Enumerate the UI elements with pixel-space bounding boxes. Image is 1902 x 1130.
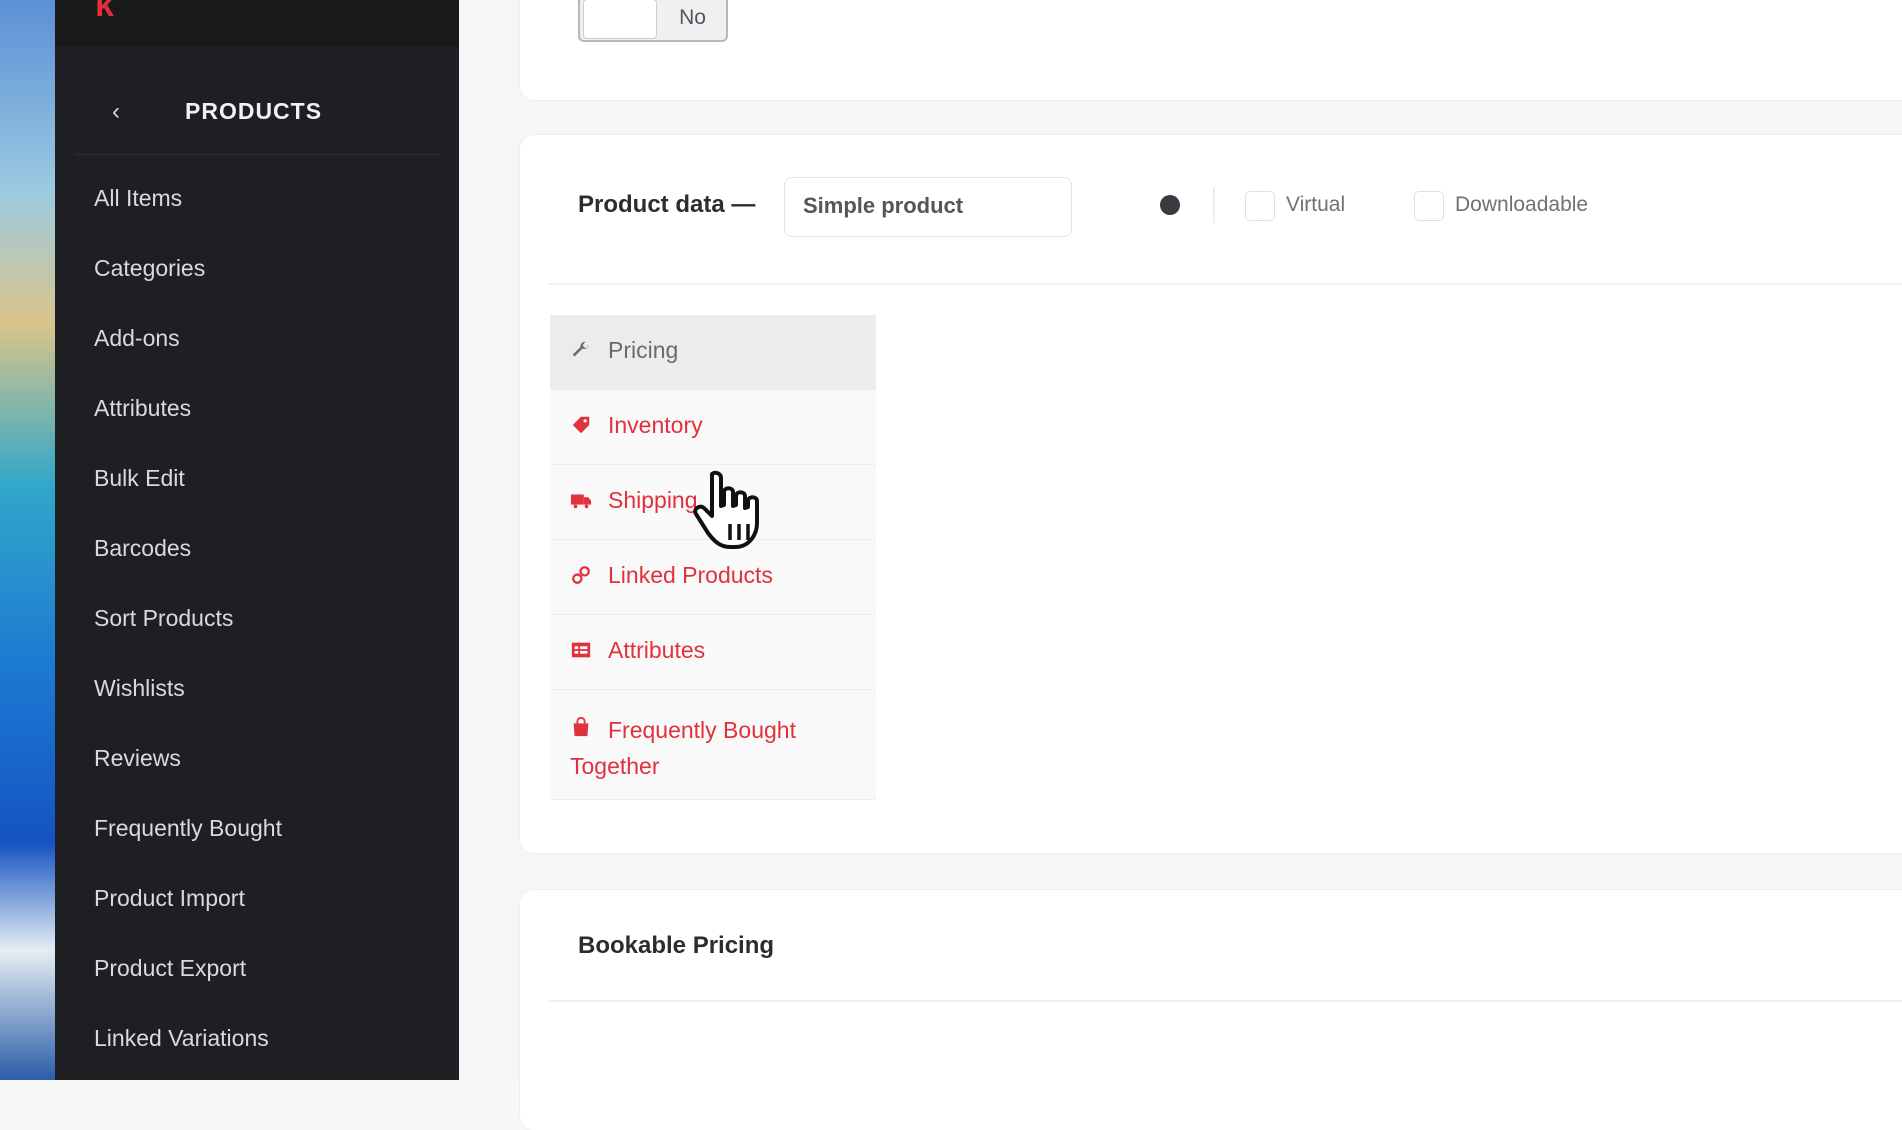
sidebar-item-linked-variations[interactable]: Linked Variations — [55, 1010, 459, 1080]
products-title: PRODUCTS — [185, 98, 323, 124]
downloadable-checkbox[interactable] — [1414, 191, 1444, 221]
toggle-label: No — [679, 6, 706, 29]
bookable-pricing-card: Bookable Pricing — [520, 890, 1902, 1130]
sidebar-item-bulk-edit[interactable]: Bulk Edit — [55, 450, 459, 520]
desktop-wallpaper — [0, 0, 56, 1080]
chevron-left-icon[interactable]: ‹ — [112, 98, 120, 126]
tab-label: Linked Products — [608, 562, 773, 588]
tab-label: Attributes — [608, 637, 706, 663]
virtual-checkbox[interactable] — [1245, 191, 1275, 221]
sidebar-item-attributes[interactable]: Attributes — [55, 380, 459, 450]
bag-icon — [573, 716, 589, 737]
sidebar-item-wishlists[interactable]: Wishlists — [55, 660, 459, 730]
tab-pricing[interactable]: Pricing — [550, 315, 876, 390]
tab-attributes[interactable]: Attributes — [550, 615, 876, 690]
wrench-icon — [572, 341, 589, 357]
sidebar-item-frequently-bought[interactable]: Frequently Bought — [55, 800, 459, 870]
tab-linked-products[interactable]: Linked Products — [550, 540, 876, 615]
sidebar-item-barcodes[interactable]: Barcodes — [55, 520, 459, 590]
product-data-label: Product data — — [578, 191, 756, 218]
downloadable-label: Downloadable — [1455, 193, 1589, 216]
virtual-label: Virtual — [1286, 193, 1346, 216]
truck-icon — [570, 494, 592, 509]
tab-label: Frequently Bought Together — [570, 717, 796, 779]
sidebar-item-all-items[interactable]: All Items — [55, 170, 459, 240]
settings-card: No — [520, 0, 1902, 100]
tab-frequently-bought-together[interactable]: Frequently Bought Together — [550, 690, 876, 800]
main-content: No Product data — Simple product Virtual… — [459, 0, 1902, 1130]
yes-no-toggle[interactable]: No — [578, 0, 728, 42]
sidebar-item-product-import[interactable]: Product Import — [55, 870, 459, 940]
bookable-divider — [548, 1000, 1902, 1002]
products-header: ‹ PRODUCTS — [55, 80, 459, 156]
brand-bar: k — [55, 0, 459, 46]
table-icon — [571, 642, 591, 658]
sidebar-menu: All Items Categories Add-ons Attributes … — [55, 170, 459, 1080]
product-data-tabs: Pricing Inventory Shipping Linked Produc… — [550, 315, 876, 800]
tab-inventory[interactable]: Inventory — [550, 390, 876, 465]
product-data-card: Product data — Simple product Virtual Do… — [520, 135, 1902, 853]
tab-label: Inventory — [608, 412, 703, 438]
link-icon — [572, 566, 590, 584]
sidebar-item-add-ons[interactable]: Add-ons — [55, 310, 459, 380]
tag-icon — [572, 416, 590, 434]
tab-label: Shipping — [608, 487, 698, 513]
toggle-knob — [583, 0, 657, 39]
tab-shipping[interactable]: Shipping — [550, 465, 876, 540]
sidebar-item-sort-products[interactable]: Sort Products — [55, 590, 459, 660]
product-data-divider — [548, 283, 1902, 285]
product-type-select[interactable]: Simple product — [784, 177, 1072, 237]
sidebar-item-categories[interactable]: Categories — [55, 240, 459, 310]
sidebar-item-reviews[interactable]: Reviews — [55, 730, 459, 800]
tab-label: Pricing — [608, 337, 679, 363]
sidebar-item-product-export[interactable]: Product Export — [55, 940, 459, 1010]
header-separator — [1213, 187, 1215, 223]
bookable-pricing-title: Bookable Pricing — [578, 932, 775, 959]
brand-logo[interactable]: k — [95, 0, 116, 25]
help-icon[interactable] — [1160, 195, 1180, 215]
sidebar: k ‹ PRODUCTS All Items Categories Add-on… — [55, 0, 459, 1080]
sidebar-divider — [75, 154, 441, 155]
